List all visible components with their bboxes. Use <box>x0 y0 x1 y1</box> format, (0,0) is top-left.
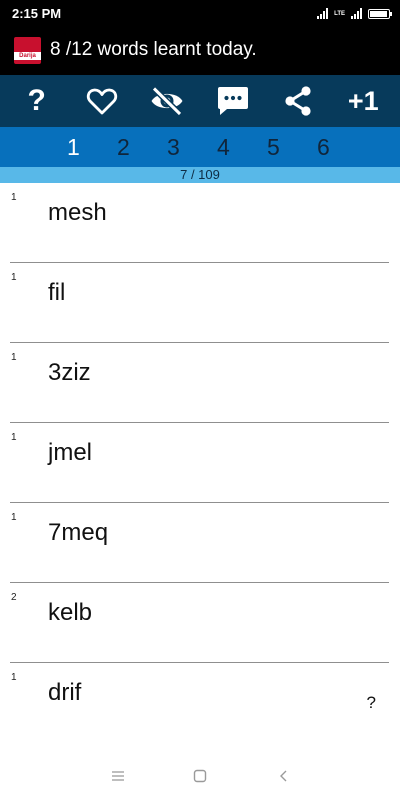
hint-button[interactable]: ? <box>367 693 376 713</box>
status-icons: LTE <box>317 6 392 21</box>
word-count: 1 <box>11 272 17 283</box>
signal-icon-2 <box>351 8 362 19</box>
page-tabs: 1 2 3 4 5 6 <box>0 127 400 167</box>
word-text: mesh <box>48 199 107 226</box>
share-icon <box>285 86 311 116</box>
tab-1[interactable]: 1 <box>67 134 80 161</box>
word-count: 1 <box>11 672 17 683</box>
tab-3[interactable]: 3 <box>167 134 180 161</box>
progress-counter: 7 / 109 <box>0 167 400 183</box>
home-nav-button[interactable] <box>188 766 212 786</box>
hide-button[interactable] <box>139 75 195 127</box>
word-count: 1 <box>11 192 17 203</box>
back-nav-button[interactable] <box>272 766 296 786</box>
word-text: fil <box>48 279 66 306</box>
app-title: 8 /12 words learnt today. <box>50 39 257 60</box>
back-icon <box>280 770 287 782</box>
network-type-label: LTE <box>334 10 345 17</box>
help-button[interactable]: ? <box>9 75 65 127</box>
tab-2[interactable]: 2 <box>117 134 130 161</box>
word-row[interactable]: 1 3ziz <box>0 343 400 423</box>
word-row[interactable]: 1 fil <box>0 263 400 343</box>
menu-icon <box>112 771 124 781</box>
word-row[interactable]: 2 kelb <box>0 583 400 663</box>
comment-button[interactable] <box>205 75 261 127</box>
word-count: 1 <box>11 432 17 443</box>
favorite-button[interactable] <box>74 75 130 127</box>
status-time: 2:15 PM <box>12 6 62 21</box>
navigation-bar <box>0 753 400 800</box>
tab-5[interactable]: 5 <box>267 134 280 161</box>
battery-icon <box>368 8 392 19</box>
word-text: jmel <box>48 439 93 466</box>
eye-off-icon <box>151 86 183 116</box>
comment-icon <box>217 87 248 115</box>
app-logo: Darija <box>14 37 41 64</box>
word-row[interactable]: 1 drif <box>0 663 400 743</box>
share-button[interactable] <box>270 75 326 127</box>
toolbar: ? +1 <box>0 75 400 127</box>
word-text: drif <box>48 679 82 706</box>
status-bar: 2:15 PM LTE <box>0 0 400 27</box>
word-list: 1 mesh 1 fil 1 3ziz 1 jmel 1 7meq 2 kelb… <box>0 183 400 753</box>
plus-one-button[interactable]: +1 <box>335 75 391 127</box>
word-text: 3ziz <box>48 359 91 386</box>
word-row[interactable]: 1 mesh <box>0 183 400 263</box>
word-row[interactable]: 1 jmel <box>0 423 400 503</box>
menu-nav-button[interactable] <box>106 766 130 786</box>
app-bar: Darija 8 /12 words learnt today. <box>0 27 400 75</box>
heart-icon <box>86 88 118 115</box>
word-count: 1 <box>11 512 17 523</box>
word-count: 2 <box>11 592 17 603</box>
word-text: 7meq <box>48 519 109 546</box>
tab-4[interactable]: 4 <box>217 134 230 161</box>
home-icon <box>193 769 207 783</box>
signal-icon <box>317 8 329 19</box>
word-count: 1 <box>11 352 17 363</box>
word-text: kelb <box>48 599 93 626</box>
word-row[interactable]: 1 7meq <box>0 503 400 583</box>
tab-6[interactable]: 6 <box>317 134 330 161</box>
